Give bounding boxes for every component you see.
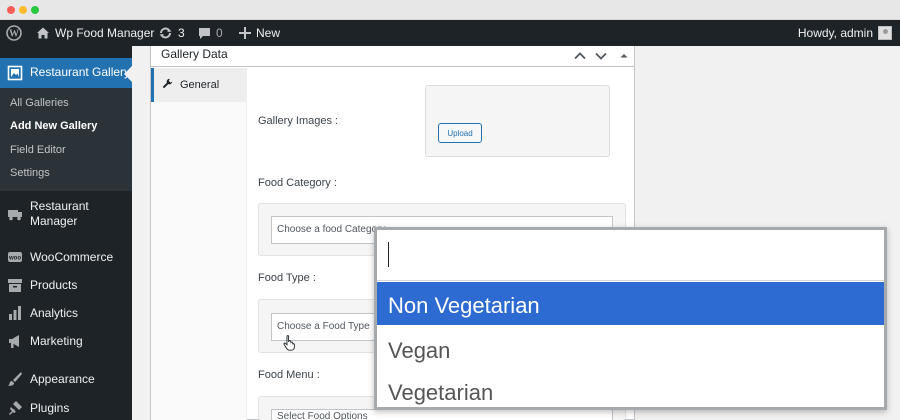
comments-link[interactable]: 0	[198, 20, 223, 46]
gallery-images-label: Gallery Images :	[258, 115, 339, 127]
sidebar-item-analytics[interactable]: Analytics	[0, 301, 132, 325]
chevron-up-icon[interactable]	[573, 49, 587, 63]
sidebar-item-restaurant-manager[interactable]: Restaurant Manager	[0, 196, 132, 232]
megaphone-icon	[9, 335, 19, 348]
paintbrush-icon	[8, 372, 22, 386]
comment-icon	[199, 27, 210, 39]
wrench-icon	[162, 78, 173, 89]
svg-text:woo: woo	[8, 256, 21, 262]
sidebar-item-label: Appearance	[30, 372, 95, 386]
tab-general-label: General	[180, 79, 220, 91]
new-content-link[interactable]: New	[239, 20, 280, 46]
updates-count: 3	[178, 26, 185, 40]
sidebar-item-label: Restaurant Manager	[30, 199, 89, 228]
new-label: New	[256, 26, 281, 40]
option-vegan[interactable]: Vegan	[377, 327, 884, 370]
sidebar-item-above-clipped[interactable]	[0, 38, 132, 46]
chevron-down-icon[interactable]	[594, 49, 608, 63]
sidebar-item-label: WooCommerce	[30, 250, 114, 264]
admin-sidebar: Restaurant Gallery All Galleries Add New…	[0, 46, 132, 420]
sidebar-item-marketing[interactable]: Marketing	[0, 329, 132, 353]
admin-bar: W Wp Food Manager 3 0 New Howdy, admin	[0, 20, 900, 46]
account-menu[interactable]: Howdy, admin	[798, 20, 892, 46]
sidebar-item-plugins[interactable]: Plugins	[0, 396, 132, 420]
metabox-tabs: General	[151, 68, 247, 420]
dropdown-search-input[interactable]	[377, 230, 884, 281]
metabox-header: Gallery Data	[151, 46, 634, 67]
food-type-dropdown: Non Vegetarian Vegan Vegetarian	[374, 227, 887, 410]
sidebar-item-label: Marketing	[30, 334, 83, 348]
sidebar-item-restaurant-gallery[interactable]: Restaurant Gallery	[0, 58, 132, 88]
sidebar-item-appearance[interactable]: Appearance	[0, 367, 132, 391]
gallery-icon	[7, 65, 23, 81]
bar-chart-icon	[9, 306, 21, 320]
text-caret	[388, 242, 389, 267]
woo-icon: woo	[8, 252, 22, 262]
submenu-all-galleries[interactable]: All Galleries	[10, 97, 69, 109]
refresh-icon	[159, 27, 172, 39]
dropdown-search	[377, 230, 884, 281]
submenu-field-editor[interactable]: Field Editor	[10, 144, 66, 156]
plug-icon	[9, 401, 22, 415]
upload-button[interactable]: Upload	[438, 123, 482, 143]
gallery-images-dropzone: Upload	[425, 85, 610, 157]
updates-link[interactable]: 3	[158, 20, 185, 46]
option-vegetarian[interactable]: Vegetarian	[377, 369, 884, 412]
sidebar-item-woocommerce[interactable]: woo WooCommerce	[0, 245, 132, 269]
hand-pointer-icon	[283, 335, 295, 351]
close-window-button[interactable]	[7, 6, 15, 14]
food-category-label: Food Category :	[258, 177, 337, 189]
submenu-settings[interactable]: Settings	[10, 167, 50, 179]
minimize-window-button[interactable]	[19, 6, 27, 14]
howdy-text: Howdy, admin	[797, 26, 873, 40]
metabox-title: Gallery Data	[161, 47, 228, 61]
tab-general[interactable]: General	[151, 68, 247, 102]
sidebar-item-label: Products	[30, 278, 78, 292]
sidebar-submenu: All Galleries Add New Gallery Field Edit…	[0, 88, 132, 191]
browser-title-bar	[0, 0, 900, 20]
avatar	[878, 26, 892, 40]
sidebar-item-products[interactable]: Products	[0, 273, 132, 297]
option-non-vegetarian[interactable]: Non Vegetarian	[377, 282, 884, 325]
collapse-toggle-icon[interactable]	[617, 49, 631, 63]
comments-count: 0	[216, 26, 223, 40]
truck-icon	[8, 210, 22, 221]
food-menu-label: Food Menu :	[258, 369, 320, 381]
sidebar-item-label: Plugins	[30, 401, 70, 415]
sidebar-item-label: Restaurant Gallery	[30, 65, 131, 79]
archive-icon	[8, 279, 22, 292]
plus-icon	[239, 27, 251, 39]
submenu-add-new-gallery[interactable]: Add New Gallery	[10, 120, 97, 132]
sidebar-item-label: Analytics	[30, 306, 79, 320]
maximize-window-button[interactable]	[31, 6, 39, 14]
food-type-label: Food Type :	[258, 272, 316, 284]
